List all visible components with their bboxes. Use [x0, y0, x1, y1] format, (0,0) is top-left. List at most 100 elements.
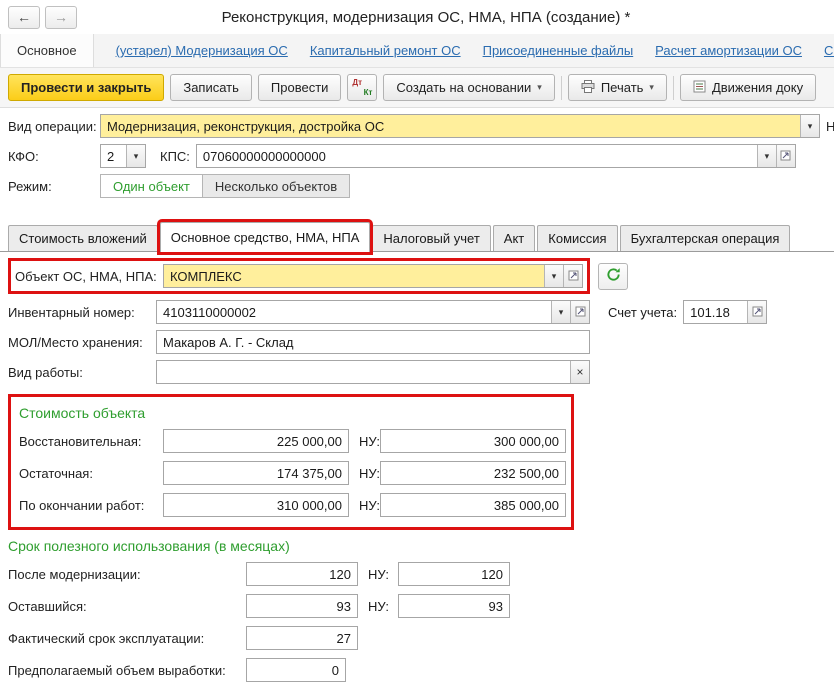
work-type-field[interactable]: ×: [156, 360, 590, 384]
tab-akt[interactable]: Акт: [493, 225, 535, 251]
term-row-label: Оставшийся:: [8, 599, 240, 614]
cost-row-label: Восстановительная:: [19, 434, 157, 449]
back-arrow-icon: ←: [17, 9, 31, 25]
kps-combobox[interactable]: 07060000000000000 ▾: [196, 144, 796, 168]
document-journal-icon: [693, 80, 706, 96]
work-type-label: Вид работы:: [8, 365, 150, 380]
chevron-down-icon: ▾: [559, 307, 564, 318]
cost-row-label: По окончании работ:: [19, 498, 157, 513]
term-row-label: После модернизации:: [8, 567, 240, 582]
operation-dropdown-button[interactable]: ▾: [800, 115, 819, 137]
nav-link-raschet-amortizatsii-os[interactable]: Расчет амортизации ОС: [655, 43, 802, 58]
mode-option-single[interactable]: Один объект: [101, 175, 203, 197]
open-form-icon: [568, 270, 579, 283]
mol-field[interactable]: Макаров А. Г. - Склад: [156, 330, 590, 354]
printer-icon: [581, 80, 595, 96]
forward-arrow-icon: →: [54, 9, 68, 25]
mol-row: МОЛ/Место хранения: Макаров А. Г. - Скла…: [0, 330, 834, 354]
print-button[interactable]: Печать ▾: [568, 74, 667, 101]
mode-label: Режим:: [8, 179, 94, 194]
movements-label: Движения доку: [712, 80, 803, 95]
cost-nu-field[interactable]: 232 500,00: [380, 461, 566, 485]
mode-option-multiple[interactable]: Несколько объектов: [203, 175, 349, 197]
term-row: Фактический срок эксплуатации: 27: [8, 626, 826, 650]
kfo-label: КФО:: [8, 149, 94, 164]
nav-strip: Основное (устарел) Модернизация ОС Капит…: [0, 34, 834, 68]
create-on-basis-button[interactable]: Создать на основании ▾: [383, 74, 554, 101]
open-form-icon: [752, 306, 763, 319]
cost-row: Восстановительная: 225 000,00 НУ: 300 00…: [19, 429, 563, 453]
cost-value-field[interactable]: 225 000,00: [163, 429, 349, 453]
object-value: КОМПЛЕКС: [164, 265, 544, 287]
term-nu-value: 93: [399, 595, 509, 617]
kps-open-button[interactable]: [776, 145, 795, 167]
term-value-field[interactable]: 0: [246, 658, 346, 682]
inventory-row: Инвентарный номер: 4103110000002 ▾ Счет …: [0, 300, 834, 324]
nav-link-kapitalnyj-remont-os[interactable]: Капитальный ремонт ОС: [310, 43, 461, 58]
term-nu-field[interactable]: 93: [398, 594, 510, 618]
write-button[interactable]: Записать: [170, 74, 252, 101]
cost-value-field[interactable]: 310 000,00: [163, 493, 349, 517]
inventory-number-label: Инвентарный номер:: [8, 305, 150, 320]
tab-osnovnoe-sredstvo-nma-npa[interactable]: Основное средство, НМА, НПА: [160, 222, 371, 252]
cost-nu-field[interactable]: 385 000,00: [380, 493, 566, 517]
open-form-icon: [780, 150, 791, 163]
object-open-button[interactable]: [563, 265, 582, 287]
back-button[interactable]: ←: [8, 6, 40, 29]
account-open-button[interactable]: [747, 301, 766, 323]
page-title: Реконструкция, модернизация ОС, НМА, НПА…: [82, 9, 826, 26]
chevron-down-icon: ▾: [537, 82, 542, 93]
inventory-dropdown-button[interactable]: ▾: [551, 301, 570, 323]
mol-label: МОЛ/Место хранения:: [8, 335, 150, 350]
tab-nalogovyj-uchet[interactable]: Налоговый учет: [372, 225, 490, 251]
kfo-dropdown-button[interactable]: ▾: [126, 145, 145, 167]
kfo-value: 2: [101, 145, 126, 167]
term-value-field[interactable]: 27: [246, 626, 358, 650]
dtkt-button[interactable]: Дт Кт: [347, 74, 377, 101]
cost-row: По окончании работ: 310 000,00 НУ: 385 0…: [19, 493, 563, 517]
inventory-open-button[interactable]: [570, 301, 589, 323]
refresh-button[interactable]: [598, 263, 628, 290]
nu-label: НУ:: [368, 599, 398, 614]
inventory-number-field[interactable]: 4103110000002 ▾: [156, 300, 590, 324]
nav-link-prisoedinennye-fajly[interactable]: Присоединенные файлы: [483, 43, 634, 58]
object-combobox[interactable]: КОМПЛЕКС ▾: [163, 264, 583, 288]
mode-row: Режим: Один объект Несколько объектов: [0, 174, 834, 198]
cost-value: 225 000,00: [164, 430, 348, 452]
term-value-field[interactable]: 93: [246, 594, 358, 618]
kfo-combobox[interactable]: 2 ▾: [100, 144, 146, 168]
nu-label: НУ:: [368, 567, 398, 582]
nav-tab-osnovnoe[interactable]: Основное: [0, 34, 94, 67]
term-value-field[interactable]: 120: [246, 562, 358, 586]
inventory-number-value: 4103110000002: [157, 301, 551, 323]
post-and-close-button[interactable]: Провести и закрыть: [8, 74, 164, 101]
kps-dropdown-button[interactable]: ▾: [757, 145, 776, 167]
work-type-row: Вид работы: ×: [0, 360, 834, 384]
work-type-clear-button[interactable]: ×: [570, 361, 589, 383]
cost-value-field[interactable]: 174 375,00: [163, 461, 349, 485]
annotation-object-row: Объект ОС, НМА, НПА: КОМПЛЕКС ▾: [8, 258, 590, 294]
object-dropdown-button[interactable]: ▾: [544, 265, 563, 287]
chevron-down-icon: ▾: [649, 82, 654, 93]
nav-link-svyazannye[interactable]: Связан: [824, 43, 834, 58]
tab-stoimost-vlozhenij[interactable]: Стоимость вложений: [8, 225, 158, 251]
app-window: ← → Реконструкция, модернизация ОС, НМА,…: [0, 0, 834, 684]
cost-nu-field[interactable]: 300 000,00: [380, 429, 566, 453]
tab-buhgalterskaya-operatsiya[interactable]: Бухгалтерская операция: [620, 225, 791, 251]
term-nu-field[interactable]: 120: [398, 562, 510, 586]
operation-row: Вид операции: Модернизация, реконструкци…: [0, 114, 834, 138]
create-on-basis-label: Создать на основании: [396, 80, 531, 95]
term-section: Срок полезного использования (в месяцах)…: [8, 538, 826, 682]
tab-komissiya[interactable]: Комиссия: [537, 225, 617, 251]
operation-type-combobox[interactable]: Модернизация, реконструкция, достройка О…: [100, 114, 820, 138]
annotation-cost-section: Стоимость объекта Восстановительная: 225…: [8, 394, 574, 530]
forward-button[interactable]: →: [45, 6, 77, 29]
post-button[interactable]: Провести: [258, 74, 342, 101]
tab-strip: Стоимость вложений Основное средство, НМ…: [0, 222, 834, 252]
term-row-label: Фактический срок эксплуатации:: [8, 631, 240, 646]
nav-link-ustarel-modernizatsiya-os[interactable]: (устарел) Модернизация ОС: [116, 43, 288, 58]
account-field[interactable]: 101.18: [683, 300, 767, 324]
movements-button[interactable]: Движения доку: [680, 74, 816, 101]
account-label: Счет учета:: [608, 305, 677, 320]
chevron-down-icon: ▾: [134, 151, 139, 162]
